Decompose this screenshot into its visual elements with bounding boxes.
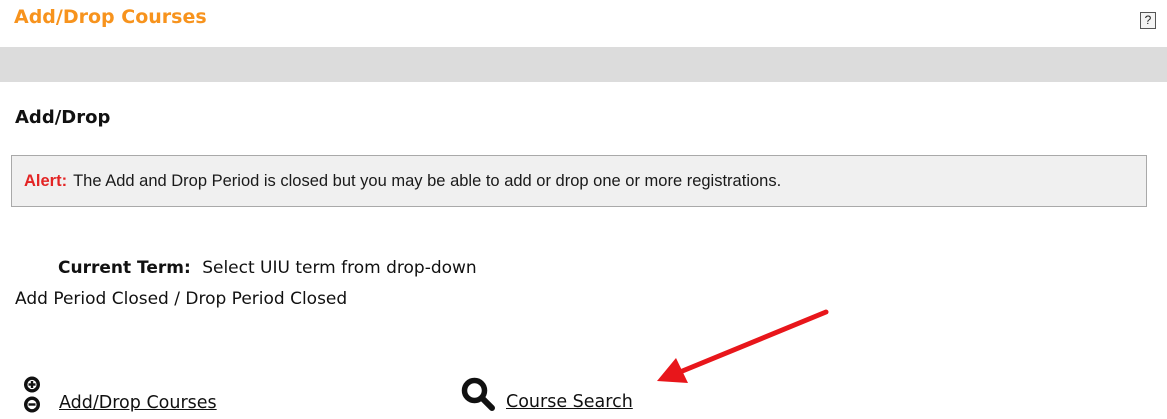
course-search-link[interactable]: Course Search [460, 376, 633, 412]
current-term-label: Current Term: [58, 258, 191, 278]
page-title: Add/Drop Courses [14, 6, 207, 28]
alert-message: The Add and Drop Period is closed but yo… [73, 171, 782, 190]
add-drop-courses-label[interactable]: Add/Drop Courses [59, 393, 217, 413]
section-heading: Add/Drop [15, 107, 111, 128]
course-search-label[interactable]: Course Search [506, 392, 633, 412]
help-button[interactable]: ? [1140, 12, 1156, 29]
search-icon [461, 377, 495, 411]
add-drop-courses-link[interactable]: Add/Drop Courses [23, 376, 217, 413]
header-divider-bar [0, 47, 1167, 82]
current-term-value: Select UIU term from drop-down [202, 258, 477, 278]
current-term: Current Term: Select UIU term from drop-… [58, 258, 477, 278]
plus-minus-icon [23, 376, 41, 413]
alert-box: Alert: The Add and Drop Period is closed… [11, 155, 1147, 207]
period-status: Add Period Closed / Drop Period Closed [15, 289, 348, 309]
alert-label: Alert: [24, 171, 68, 190]
